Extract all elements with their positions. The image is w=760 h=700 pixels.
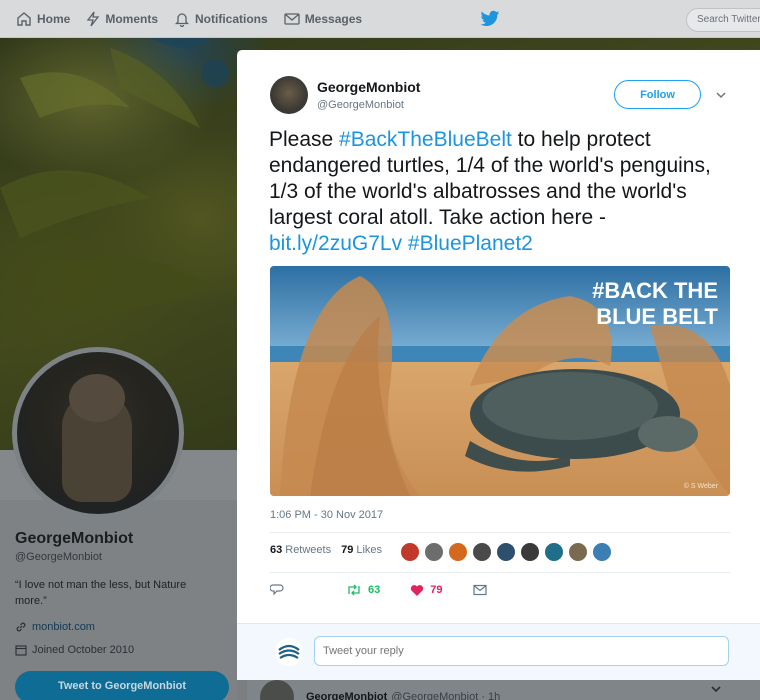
nav-home-label: Home (37, 11, 71, 26)
hashtag-link[interactable]: #BackTheBlueBelt (339, 128, 512, 151)
top-nav: Home Moments Notifications Messages Sear… (0, 0, 760, 38)
like-button[interactable]: 79 (410, 584, 443, 597)
tweet-to-button[interactable]: Tweet to GeorgeMonbiot (15, 671, 229, 700)
envelope-icon (472, 584, 487, 596)
profile-joined: Joined October 2010 (15, 644, 134, 656)
profile-name[interactable]: GeorgeMonbiot (15, 530, 133, 548)
bell-icon (174, 12, 190, 27)
retweets-count[interactable]: 63 (270, 544, 282, 556)
tweet-stats: 63 Retweets 79 Likes (270, 544, 382, 556)
profile-bio: “I love not man the less, but Nature mor… (15, 579, 187, 607)
liker-avatar[interactable] (424, 542, 444, 562)
tweet-permalink-modal: GeorgeMonbiot @GeorgeMonbiot Follow Plea… (237, 50, 760, 680)
media-overlay-line1: #BACK THE (592, 278, 718, 303)
calendar-icon (15, 645, 27, 656)
background-tweet-avatar[interactable] (260, 680, 294, 700)
heart-icon (411, 584, 424, 596)
reply-button[interactable] (270, 583, 284, 597)
nav-messages[interactable]: Messages (276, 0, 370, 38)
reply-bar (237, 623, 760, 680)
media-overlay-line2: BLUE BELT (596, 304, 718, 329)
url-link[interactable]: bit.ly/2zuG7Lv (269, 232, 402, 255)
likers-avatars (400, 542, 616, 562)
twitter-bird-icon[interactable] (480, 10, 500, 33)
nav-notifications[interactable]: Notifications (166, 0, 276, 38)
tweet-actions: 63 79 (270, 583, 517, 597)
liker-avatar[interactable] (496, 542, 516, 562)
retweet-button[interactable]: 63 (346, 584, 380, 596)
background-tweet-name[interactable]: GeorgeMonbiot (306, 691, 387, 700)
nav-messages-label: Messages (304, 11, 363, 26)
tweet-media-image[interactable]: #BACK THE BLUE BELT © S Weber (270, 266, 730, 496)
home-icon (17, 11, 31, 26)
profile-website[interactable]: monbiot.com (15, 621, 95, 633)
chevron-down-icon[interactable] (715, 90, 727, 100)
follow-button[interactable]: Follow (614, 80, 701, 109)
turtle-photo: #BACK THE BLUE BELT © S Weber (270, 266, 730, 496)
tweet-timestamp[interactable]: 1:06 PM - 30 Nov 2017 (270, 509, 383, 521)
liker-avatar[interactable] (472, 542, 492, 562)
search-input[interactable]: Search Twitter (686, 8, 760, 32)
profile-handle: @GeorgeMonbiot (15, 551, 102, 563)
tweet-text-part: Please (269, 128, 340, 151)
nav-notifications-label: Notifications (195, 11, 268, 26)
tweet-text: Please #BackTheBlueBelt to help protect … (269, 127, 739, 257)
liker-avatar[interactable] (592, 542, 612, 562)
reply-input[interactable] (314, 636, 729, 666)
chevron-down-icon[interactable] (710, 684, 722, 694)
divider (270, 572, 730, 573)
nav-moments-label: Moments (105, 11, 159, 26)
nav-moments[interactable]: Moments (78, 0, 166, 38)
divider (270, 532, 730, 533)
reply-icon (270, 584, 284, 596)
tweet-author-handle: @GeorgeMonbiot (317, 99, 404, 111)
likes-label[interactable]: Likes (356, 544, 382, 556)
retweet-icon (348, 584, 360, 596)
profile-joined-label: Joined October 2010 (32, 644, 135, 656)
likes-count[interactable]: 79 (341, 544, 353, 556)
background-tweet-header: GeorgeMonbiot @GeorgeMonbiot · 1h (260, 680, 500, 700)
liker-avatar[interactable] (544, 542, 564, 562)
background-tweet-handle: @GeorgeMonbiot · 1h (391, 691, 501, 700)
direct-message-button[interactable] (472, 584, 487, 596)
liker-avatar[interactable] (568, 542, 588, 562)
like-action-count: 79 (430, 584, 443, 596)
liker-avatar[interactable] (400, 542, 420, 562)
profile-avatar[interactable] (12, 347, 184, 519)
retweet-action-count: 63 (368, 584, 381, 596)
envelope-icon (284, 12, 300, 25)
link-icon (16, 622, 26, 632)
nav-home[interactable]: Home (8, 0, 78, 38)
current-user-avatar[interactable] (275, 638, 303, 666)
tweet-author-avatar[interactable] (270, 76, 308, 114)
media-credit: © S Weber (684, 482, 719, 490)
lightning-icon (87, 11, 100, 26)
liker-avatar[interactable] (520, 542, 540, 562)
profile-website-label: monbiot.com (32, 621, 95, 633)
liker-avatar[interactable] (448, 542, 468, 562)
retweets-label[interactable]: Retweets (285, 544, 331, 556)
hashtag-link[interactable]: #BluePlanet2 (408, 232, 533, 255)
tweet-author-name[interactable]: GeorgeMonbiot (317, 79, 420, 95)
